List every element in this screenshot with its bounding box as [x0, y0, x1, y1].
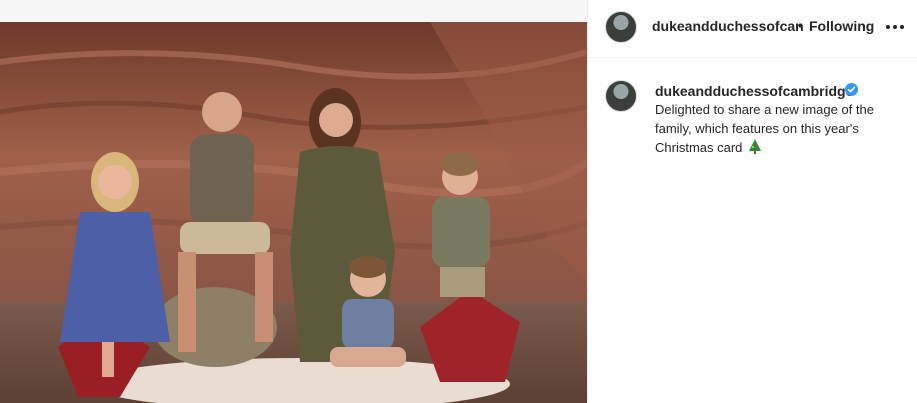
- family-photo: [0, 22, 587, 403]
- more-options-icon[interactable]: [886, 25, 904, 29]
- verified-badge-icon: [845, 83, 858, 96]
- christmas-tree-icon: [749, 139, 762, 154]
- top-bar: [0, 0, 587, 22]
- header-username[interactable]: dukeandduchessofcan: [652, 18, 804, 34]
- post-header: dukeandduchessofcan • Following: [588, 0, 917, 58]
- separator-dot: •: [798, 17, 803, 33]
- caption-text: Delighted to share a new image of the fa…: [655, 102, 874, 155]
- profile-avatar[interactable]: [605, 11, 637, 43]
- caption-text-block: Delighted to share a new image of the fa…: [655, 100, 910, 157]
- following-button[interactable]: Following: [809, 18, 874, 34]
- post-image[interactable]: [0, 22, 587, 403]
- caption-username[interactable]: dukeandduchessofcambridge: [655, 83, 853, 99]
- caption-avatar[interactable]: [605, 80, 637, 112]
- post-side-panel: dukeandduchessofcan • Following dukeandd…: [587, 0, 917, 403]
